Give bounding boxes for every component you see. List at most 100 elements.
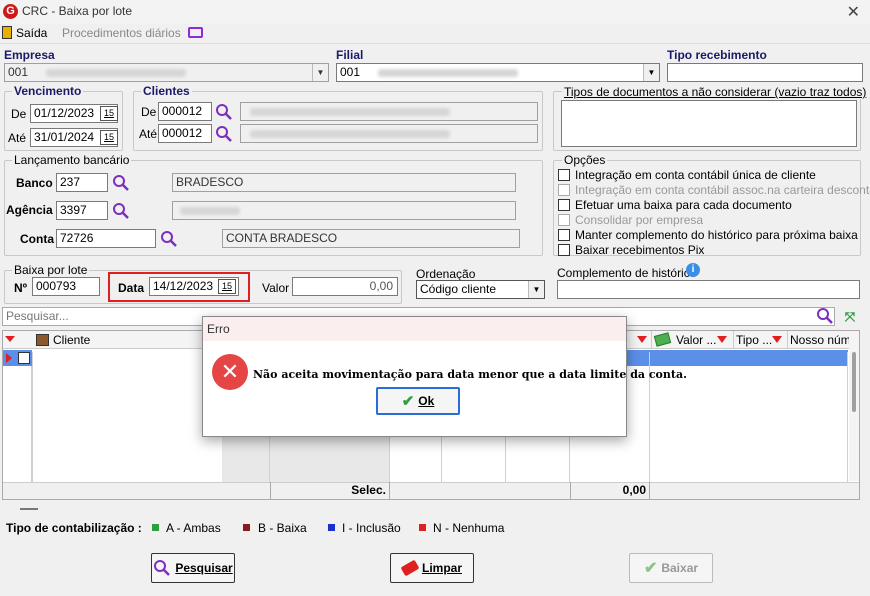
legend-swatch-a bbox=[152, 524, 159, 531]
expand-icon[interactable]: ⤧ bbox=[842, 309, 858, 325]
empresa-select[interactable]: 001 bbox=[4, 63, 329, 82]
grid-header-nosso[interactable]: Nosso núm bbox=[790, 333, 851, 347]
header-divider bbox=[651, 331, 652, 349]
monitor-icon[interactable] bbox=[188, 27, 203, 38]
scrollbar-thumb-h[interactable] bbox=[20, 508, 38, 510]
opcoes-title: Opções bbox=[562, 153, 608, 167]
search-icon[interactable] bbox=[215, 103, 233, 121]
tipos-doc-input[interactable] bbox=[561, 100, 857, 147]
row-checkbox[interactable] bbox=[18, 352, 30, 364]
conta-name: CONTA BRADESCO bbox=[222, 229, 520, 248]
opcao-checkbox-2[interactable] bbox=[558, 199, 570, 211]
legend-swatch-n bbox=[419, 524, 426, 531]
exit-icon[interactable] bbox=[2, 26, 12, 39]
baixa-title: Baixa por lote bbox=[12, 263, 90, 277]
opcao-checkbox-4[interactable] bbox=[558, 229, 570, 241]
row-cell-white bbox=[32, 350, 222, 366]
ordenacao-dropdown-icon[interactable]: ▼ bbox=[528, 281, 544, 298]
filial-dropdown-icon[interactable]: ▼ bbox=[643, 64, 659, 81]
search-icon[interactable] bbox=[112, 202, 130, 220]
baixa-num-input[interactable]: 000793 bbox=[32, 277, 100, 296]
opcao-checkbox-1[interactable] bbox=[558, 184, 570, 196]
agencia-label: Agência bbox=[6, 203, 53, 217]
filter-icon[interactable] bbox=[717, 336, 727, 343]
cli-de-input[interactable]: 000012 bbox=[158, 102, 212, 121]
complemento-label: Complemento de histórico bbox=[557, 266, 697, 280]
grid-footer bbox=[3, 482, 859, 499]
complemento-input[interactable] bbox=[557, 280, 860, 299]
limpar-label: Limpar bbox=[421, 561, 462, 575]
search-icon[interactable] bbox=[816, 307, 834, 325]
cli-ate-label: Até bbox=[139, 127, 158, 141]
search-icon[interactable] bbox=[160, 230, 178, 248]
filial-select[interactable]: 001 bbox=[336, 63, 660, 82]
opcao-label-2: Efetuar uma baixa para cada documento bbox=[575, 198, 792, 212]
search-icon[interactable] bbox=[112, 174, 130, 192]
toolbar-divider bbox=[0, 43, 870, 44]
cli-ate-input[interactable]: 000012 bbox=[158, 124, 212, 143]
baixa-valor-label: Valor bbox=[262, 281, 290, 295]
error-message: Não aceita movimentação para data menor … bbox=[253, 368, 687, 381]
opcao-checkbox-0[interactable] bbox=[558, 169, 570, 181]
error-dialog-titlebar bbox=[203, 317, 626, 341]
venc-de-label: De bbox=[11, 107, 27, 121]
filter-icon[interactable] bbox=[772, 336, 782, 343]
error-dialog-title: Erro bbox=[207, 322, 230, 336]
baixar-button[interactable]: ✔ Baixar bbox=[629, 553, 713, 583]
row-indicator-icon bbox=[6, 353, 12, 363]
legend-swatch-b bbox=[243, 524, 250, 531]
grid-left-panel bbox=[3, 366, 32, 482]
ordenacao-label: Ordenação bbox=[416, 267, 476, 281]
tipo-recebimento-input[interactable] bbox=[667, 63, 863, 82]
calendar-icon[interactable]: 15 bbox=[100, 130, 118, 145]
legend-title: Tipo de contabilização : bbox=[6, 521, 142, 535]
baixa-valor-input[interactable]: 0,00 bbox=[292, 277, 398, 296]
ordenacao-select[interactable]: Código cliente bbox=[416, 280, 545, 299]
horizontal-scrollbar[interactable] bbox=[3, 500, 859, 516]
search-placeholder: Pesquisar... bbox=[6, 309, 69, 323]
pesquisar-label: Pesquisar bbox=[175, 561, 233, 575]
checkmark-icon: ✔ bbox=[643, 560, 658, 577]
sort-arrow-icon[interactable] bbox=[5, 336, 15, 342]
opcao-checkbox-5[interactable] bbox=[558, 244, 570, 256]
cli-de-label: De bbox=[141, 105, 157, 119]
baixar-label: Baixar bbox=[661, 561, 699, 575]
empresa-dropdown-icon[interactable]: ▼ bbox=[312, 64, 328, 81]
opcao-label-1: Integração em conta contábil assoc.na ca… bbox=[575, 183, 870, 197]
agencia-input[interactable]: 3397 bbox=[56, 201, 108, 220]
conta-label: Conta bbox=[20, 232, 54, 246]
window-title: CRC - Baixa por lote bbox=[22, 4, 133, 18]
legend-label-i: I - Inclusão bbox=[342, 521, 401, 535]
limpar-button[interactable]: Limpar bbox=[390, 553, 474, 583]
exit-button[interactable]: Saída bbox=[16, 26, 47, 40]
legend-label-a: A - Ambas bbox=[166, 521, 221, 535]
gift-icon bbox=[36, 334, 49, 346]
opcao-label-5: Baixar recebimentos Pix bbox=[575, 243, 705, 257]
scrollbar-thumb[interactable] bbox=[852, 352, 856, 412]
opcao-checkbox-3[interactable] bbox=[558, 214, 570, 226]
legend-label-b: B - Baixa bbox=[258, 521, 307, 535]
banco-input[interactable]: 237 bbox=[56, 173, 108, 192]
close-icon[interactable]: ✕ bbox=[847, 2, 860, 22]
grid-header-valor[interactable]: Valor ... bbox=[676, 333, 716, 347]
grid-header-cliente[interactable]: Cliente bbox=[53, 333, 90, 347]
ok-button[interactable]: ✔ Ok bbox=[376, 387, 460, 415]
tipos-doc-title: Tipos de documentos a não considerar (va… bbox=[562, 85, 869, 99]
conta-input[interactable]: 72726 bbox=[56, 229, 156, 248]
pesquisar-button[interactable]: Pesquisar bbox=[151, 553, 235, 583]
filter-icon[interactable] bbox=[637, 336, 647, 343]
cli-de-name bbox=[240, 102, 538, 121]
opcao-label-4: Manter complemento do histórico para pró… bbox=[575, 228, 858, 242]
empresa-value: 001 bbox=[8, 65, 29, 79]
venc-ate-label: Até bbox=[8, 131, 27, 145]
info-icon[interactable]: i bbox=[686, 263, 700, 277]
ok-label: Ok bbox=[418, 394, 435, 408]
legend-swatch-i bbox=[328, 524, 335, 531]
grid-header-tipo[interactable]: Tipo ... bbox=[736, 333, 772, 347]
empresa-label: Empresa bbox=[4, 48, 55, 62]
tipo-recebimento-label: Tipo recebimento bbox=[667, 48, 767, 62]
calendar-icon[interactable]: 15 bbox=[100, 106, 118, 121]
search-icon[interactable] bbox=[215, 125, 233, 143]
daily-procedures-button[interactable]: Procedimentos diários bbox=[62, 26, 181, 40]
calendar-icon[interactable]: 15 bbox=[218, 279, 236, 294]
